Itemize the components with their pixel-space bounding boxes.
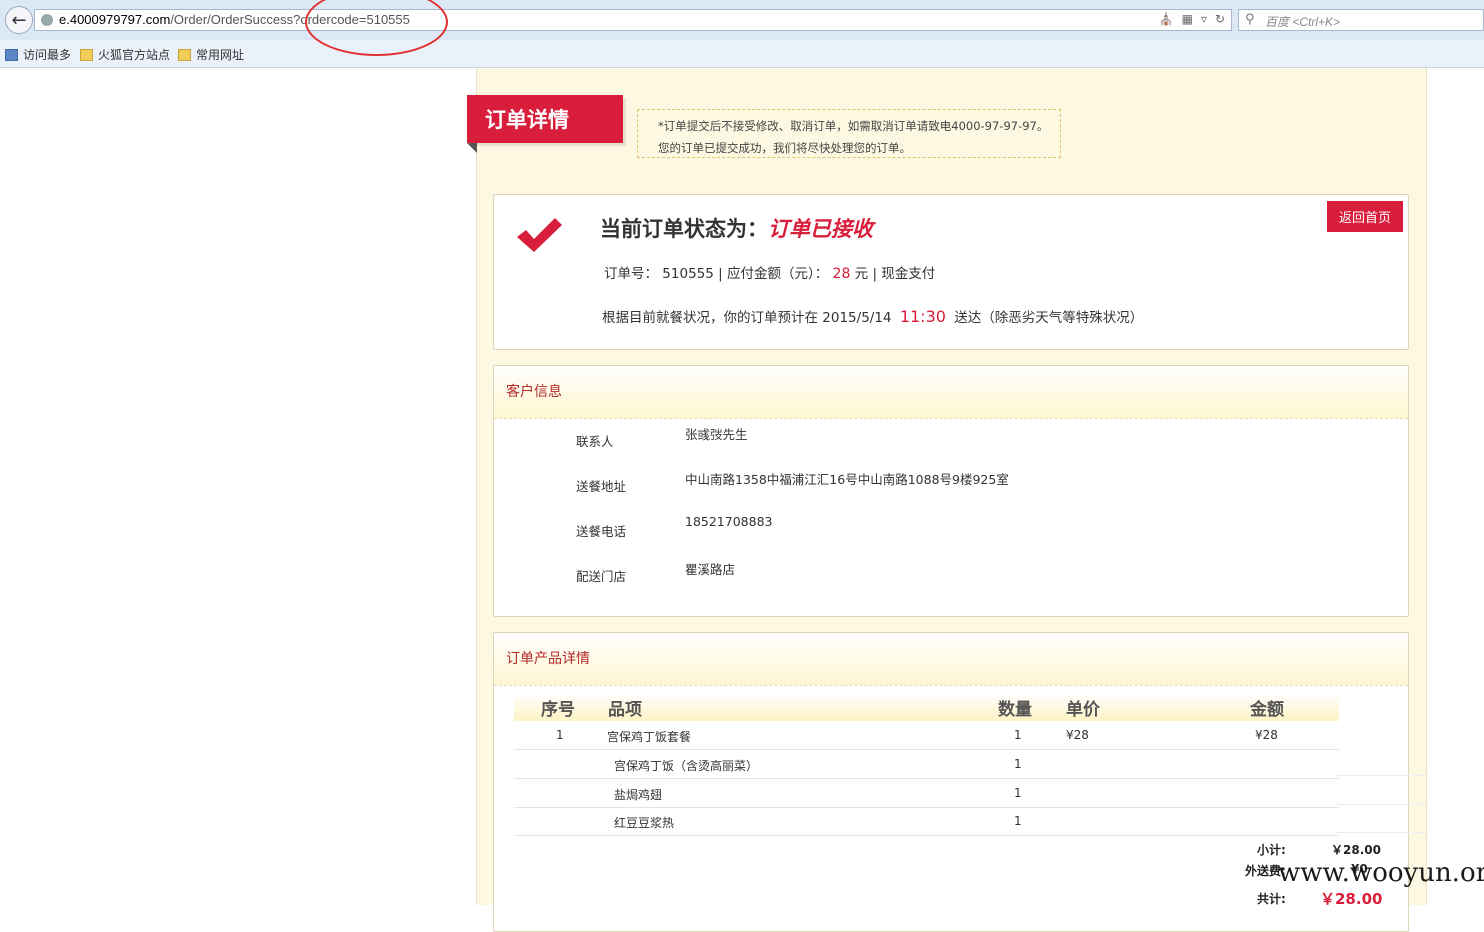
order-page: 订单详情 *订单提交后不接受修改、取消订单，如需取消订单请致电4000-97-9… (467, 68, 1427, 932)
customer-label: 送餐电话 (576, 524, 627, 539)
delivery-eta: 根据目前就餐状况，你的订单预计在 2015/5/14 11:30 送达（除恶劣天… (602, 306, 1143, 326)
notice-line-2: 您的订单已提交成功，我们将尽快处理您的订单。 (658, 141, 911, 155)
bookmark-firefox-site[interactable]: 火狐官方站点 (80, 46, 170, 63)
divider (1336, 775, 1428, 776)
amount-label: 应付金额（元）： (726, 266, 829, 282)
order-summary-line: 订单号： 510555 | 应付金额（元）： 28 元 | 现金支付 (604, 266, 936, 282)
url-text: e.4000979797.com/Order/OrderSuccess?orde… (59, 12, 410, 27)
notice-line-1: *订单提交后不接受修改、取消订单，如需取消订单请致电4000-97-97-97。 (658, 119, 1049, 133)
browser-toolbar: ← e.4000979797.com/Order/OrderSuccess?or… (0, 0, 1484, 41)
shield-icon[interactable]: ⛪ (1159, 12, 1174, 26)
eta-prefix: 根据目前就餐状况，你的订单预计在 2015/5/14 (602, 310, 892, 326)
back-arrow-icon: ← (11, 9, 27, 31)
eta-time: 11:30 (899, 307, 946, 326)
subtotal-value: ￥28.00 (1331, 843, 1381, 857)
order-status-title: 当前订单状态为：订单已接收 (600, 213, 873, 243)
status-label: 当前订单状态为： (600, 217, 768, 241)
dropdown-icon[interactable]: ▿ (1201, 12, 1207, 26)
cell-item: 盐焗鸡翅 (614, 788, 663, 802)
products-header: 订单产品详情 (494, 633, 1408, 686)
col-amount: 金额 (1250, 700, 1284, 720)
products-title: 订单产品详情 (506, 651, 590, 667)
folder-icon (178, 48, 191, 61)
col-item: 品项 (608, 700, 642, 720)
customer-value: 中山南路1358中福浦江汇16号中山南路1088号9楼925室 (685, 472, 1009, 487)
products-table-header: 序号 品项 数量 单价 金额 (514, 693, 1339, 721)
globe-icon (41, 14, 53, 26)
cell-amount: ¥28 (1255, 728, 1278, 742)
customer-label: 联系人 (576, 434, 614, 449)
order-notice: *订单提交后不接受修改、取消订单，如需取消订单请致电4000-97-97-97。… (637, 109, 1061, 158)
divider (1336, 804, 1428, 805)
bookmark-most-visited[interactable]: 访问最多 (5, 46, 71, 63)
address-bar[interactable]: e.4000979797.com/Order/OrderSuccess?orde… (34, 9, 1232, 31)
order-products-panel: 订单产品详情 序号 品项 数量 单价 金额 1 宫保鸡丁饭套餐 1 ¥28 ¥2… (493, 632, 1409, 932)
url-host: e.4000979797.com (59, 12, 171, 27)
table-row: 红豆豆浆热 1 (514, 807, 1339, 836)
cell-qty: 1 (1014, 786, 1022, 800)
total-label: 共计: (1257, 892, 1286, 906)
bookmark-common-sites[interactable]: 常用网址 (178, 46, 244, 63)
folder-icon (80, 48, 93, 61)
search-icon: ⚲ (1245, 12, 1255, 27)
page-title: 订单详情 (467, 95, 623, 143)
bookmark-label: 火狐官方站点 (98, 48, 171, 62)
bookmark-icon (5, 48, 18, 61)
watermark-text: www.wooyun.org (1278, 858, 1484, 888)
col-price: 单价 (1066, 700, 1100, 720)
total-value: ￥28.00 (1320, 890, 1383, 908)
table-row: 盐焗鸡翅 1 (514, 779, 1339, 808)
subtotal-label: 小计: (1257, 843, 1286, 857)
eta-suffix: 送达（除恶劣天气等特殊状况） (954, 310, 1144, 326)
cell-qty: 1 (1014, 757, 1022, 771)
customer-label: 送餐地址 (576, 479, 627, 494)
table-row: 1 宫保鸡丁饭套餐 1 ¥28 ¥28 (514, 721, 1339, 750)
cell-seq: 1 (556, 728, 564, 742)
table-row: 宫保鸡丁饭（含烫高丽菜） 1 (514, 750, 1339, 779)
payment-method: 现金支付 (881, 266, 936, 282)
order-number-label: 订单号： (604, 266, 658, 282)
order-status-panel: 当前订单状态为：订单已接收 返回首页 订单号： 510555 | 应付金额（元）… (493, 194, 1409, 350)
url-path: /Order/OrderSuccess?ordercode=510555 (170, 12, 410, 27)
amount-unit: 元 (854, 266, 869, 282)
search-input[interactable]: ⚲ 百度 <Ctrl+K> (1238, 9, 1484, 31)
status-value: 订单已接收 (768, 217, 873, 241)
bookmarks-bar: 访问最多 火狐官方站点 常用网址 (0, 40, 1484, 68)
customer-info-panel: 客户信息 联系人 张彧弢先生 送餐地址 中山南路1358中福浦江汇16号中山南路… (493, 365, 1409, 617)
checkmark-icon (517, 218, 562, 252)
col-qty: 数量 (998, 700, 1032, 720)
cell-item: 宫保鸡丁饭套餐 (607, 730, 692, 744)
amount-value: 28 (832, 266, 851, 282)
customer-value: 18521708883 (685, 514, 773, 529)
back-home-button[interactable]: 返回首页 (1327, 201, 1403, 232)
customer-info-header: 客户信息 (494, 366, 1408, 419)
col-seq: 序号 (541, 700, 575, 720)
reload-icon[interactable]: ↻ (1215, 12, 1225, 26)
qr-code-icon[interactable]: ▦ (1182, 12, 1193, 26)
customer-label: 配送门店 (576, 569, 627, 584)
customer-info-title: 客户信息 (506, 384, 562, 400)
back-button[interactable]: ← (5, 6, 33, 34)
order-number: 510555 (662, 266, 714, 282)
customer-value: 瞿溪路店 (685, 562, 736, 577)
divider (1336, 832, 1428, 833)
cell-price: ¥28 (1066, 728, 1089, 742)
ribbon-fold (467, 143, 477, 153)
customer-value: 张彧弢先生 (685, 427, 748, 442)
cell-qty: 1 (1014, 814, 1022, 828)
cell-qty: 1 (1014, 728, 1022, 742)
bookmark-label: 访问最多 (23, 48, 72, 62)
bookmark-label: 常用网址 (196, 48, 245, 62)
cell-item: 宫保鸡丁饭（含烫高丽菜） (614, 759, 759, 773)
cell-item: 红豆豆浆热 (614, 816, 675, 830)
search-placeholder: 百度 <Ctrl+K> (1265, 15, 1341, 29)
